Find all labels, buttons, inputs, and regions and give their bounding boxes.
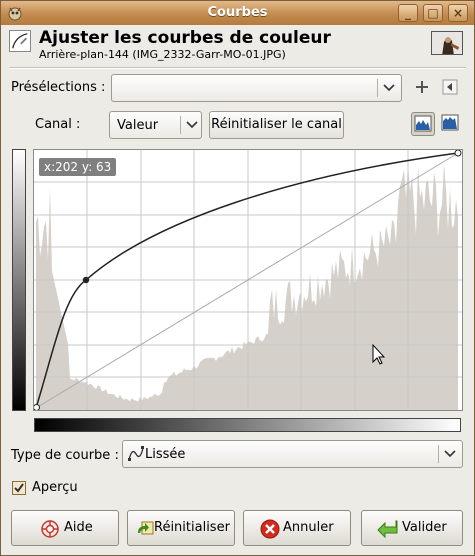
checkmark-icon [14, 483, 24, 493]
cancel-button[interactable]: Annuler [243, 510, 351, 546]
ok-icon [377, 520, 398, 539]
log-histogram-button[interactable] [439, 112, 463, 136]
help-label: Aide [64, 520, 93, 535]
dialog-header: Ajuster les courbes de couleur Arrière-p… [1, 25, 474, 65]
presets-label: Présélections : [11, 80, 106, 95]
input-gradient-bar[interactable] [34, 418, 461, 432]
linear-histogram-icon [414, 115, 432, 132]
chevron-down-icon [444, 450, 456, 458]
curve-point-start[interactable] [34, 404, 40, 411]
cancel-icon [260, 519, 280, 539]
add-preset-icon[interactable] [415, 80, 429, 94]
curve-type-label: Type de courbe : [11, 448, 119, 463]
title-bar[interactable]: Courbes _ □ × [1, 1, 474, 25]
curve-editor[interactable] [33, 149, 463, 411]
coordinates-readout: x:202 y: 63 [39, 158, 117, 176]
chevron-down-icon [383, 84, 395, 92]
chevron-down-icon [186, 121, 198, 129]
curve-type-value: Lissée [145, 447, 186, 462]
curve-point-mid[interactable] [82, 276, 90, 284]
ok-button[interactable]: Valider [361, 510, 463, 546]
preview-checkbox[interactable] [12, 481, 26, 495]
curve-canvas[interactable] [34, 150, 462, 410]
curves-dialog: Courbes _ □ × Ajuster les courbes de cou… [0, 0, 475, 556]
preset-menu-icon[interactable] [442, 79, 458, 95]
header-separator [9, 67, 466, 69]
linear-histogram-button[interactable] [411, 112, 435, 136]
reset-channel-button[interactable]: Réinitialiser le canal [209, 111, 344, 139]
curves-tool-icon [9, 30, 31, 52]
minimize-button[interactable]: _ [398, 4, 418, 22]
maximize-button[interactable]: □ [423, 4, 443, 22]
output-gradient-bar [12, 149, 26, 411]
log-histogram-icon [441, 114, 459, 131]
dialog-title: Ajuster les courbes de couleur [39, 28, 331, 48]
channel-label: Canal : [35, 117, 80, 132]
preview-label: Aperçu [32, 480, 78, 495]
presets-combo[interactable] [111, 74, 402, 102]
curve-type-combo[interactable]: Lissée [122, 440, 463, 468]
channel-combo[interactable]: Valeur [109, 111, 202, 139]
reset-label: Réinitialiser [154, 520, 230, 535]
help-icon [41, 520, 59, 538]
reset-icon [138, 521, 154, 535]
cancel-label: Annuler [283, 520, 334, 535]
curve-point-end[interactable] [454, 150, 462, 157]
histogram [36, 163, 458, 410]
help-button[interactable]: Aide [11, 510, 119, 546]
close-button[interactable]: × [448, 4, 468, 22]
reset-button[interactable]: Réinitialiser [127, 510, 235, 546]
image-name: Arrière-plan-144 (IMG_2332-Garr-MO-01.JP… [39, 48, 286, 61]
smooth-curve-icon [128, 446, 144, 461]
image-thumbnail [431, 31, 463, 55]
channel-label-text: Canal : [35, 117, 81, 132]
ok-label: Valider [402, 520, 447, 535]
channel-value: Valeur [117, 118, 159, 133]
